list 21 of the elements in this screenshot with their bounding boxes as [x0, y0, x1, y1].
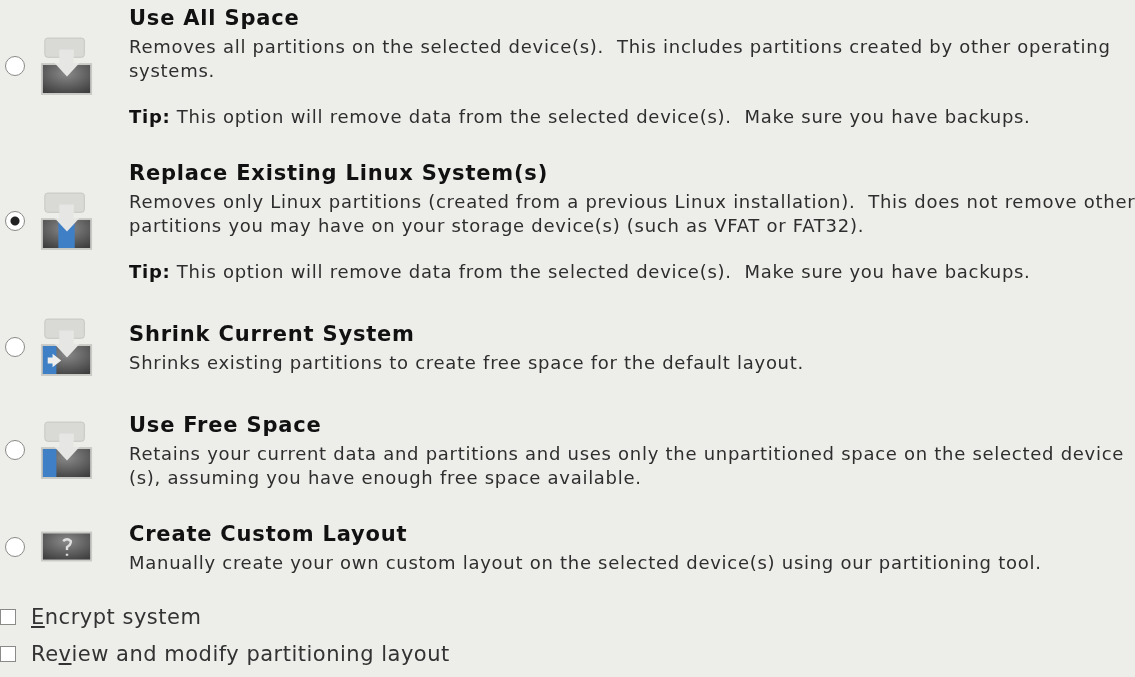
radio-button[interactable] [5, 211, 25, 231]
tip-text: Tip: This option will remove data from the selected device(s). Make sure you have backups. [129, 260, 1032, 284]
checkbox-label[interactable]: Encrypt system [31, 604, 202, 629]
option-title: Create Custom Layout [129, 521, 409, 548]
option-description: Shrinks existing partitions to create free space for the default layout. [129, 351, 805, 375]
radio-button[interactable] [5, 56, 25, 76]
radio-button[interactable] [5, 440, 25, 460]
checkbox-label[interactable]: Review and modify partitioning layout [31, 641, 450, 666]
radio-button[interactable] [5, 337, 25, 357]
checkbox[interactable] [0, 608, 16, 625]
option-description: Retains your current data and partitions and uses only the unpartitioned space on the selected device (s), assuming you have enough free space available. [129, 442, 1126, 490]
option-title: Shrink Current System [129, 321, 416, 348]
option-description: Manually create your own custom layout on the selected device(s) using our partitioning tool. [129, 551, 1043, 575]
option-title: Use All Space [129, 5, 301, 32]
option-title: Replace Existing Linux System(s) [129, 160, 550, 187]
option-title: Use Free Space [129, 412, 323, 439]
option-description: Removes all partitions on the selected device(s). This includes partitions created by other operating systems. [129, 35, 1112, 83]
radio-button[interactable] [5, 537, 25, 557]
option-description: Removes only Linux partitions (created from a previous Linux installation). This does not remove other partitions you may have on your storage device(s) (such as VFAT or FAT32). [129, 190, 1135, 238]
checkbox[interactable] [0, 645, 16, 662]
tip-text: Tip: This option will remove data from the selected device(s). Make sure you have backups. [129, 105, 1032, 129]
